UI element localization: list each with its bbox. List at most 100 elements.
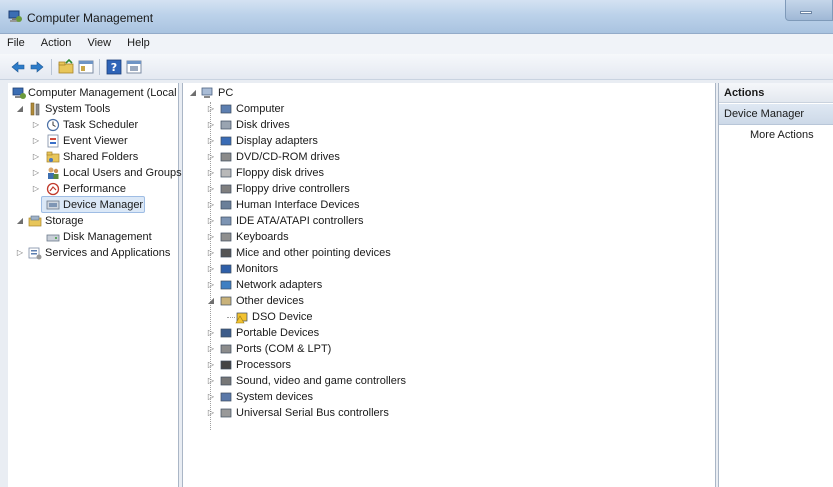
device-row-label: Universal Serial Bus controllers — [236, 407, 389, 419]
toolbar-separator — [51, 59, 52, 75]
expand-arrow-icon[interactable]: ▷ — [32, 165, 40, 181]
console-tree-pane: Computer Management (Local ◢ System Tool… — [8, 83, 182, 487]
actions-pane: Actions Device Manager More Actions — [718, 83, 833, 487]
tree-task-scheduler[interactable]: ▷ Task Scheduler — [10, 117, 178, 133]
device-row-keyboards[interactable]: ▷ Keyboards — [187, 229, 707, 245]
expand-arrow-icon[interactable]: ▷ — [207, 325, 215, 341]
expand-arrow-icon[interactable]: ▷ — [207, 181, 215, 197]
tree-disk-management-label: Disk Management — [63, 231, 152, 243]
device-row-label: Mice and other pointing devices — [236, 247, 391, 259]
tree-guide-line — [227, 317, 235, 318]
help-icon[interactable]: ? — [106, 59, 122, 75]
device-row-system-devices[interactable]: ▷ System devices — [187, 389, 707, 405]
show-hide-tree-icon[interactable] — [78, 59, 94, 75]
more-actions-link[interactable]: More Actions — [750, 129, 814, 141]
tree-local-users[interactable]: ▷ Local Users and Groups — [10, 165, 182, 181]
device-row-ports[interactable]: ▷ Ports (COM & LPT) — [187, 341, 707, 357]
disk-management-icon — [46, 234, 60, 242]
minimize-button[interactable] — [785, 0, 833, 21]
expand-arrow-icon[interactable]: ▷ — [207, 165, 215, 181]
expand-arrow-icon[interactable]: ▷ — [16, 245, 24, 261]
device-row-usb-controllers[interactable]: ▷ Universal Serial Bus controllers — [187, 405, 707, 421]
device-row-floppy-disk-drives[interactable]: ▷ Floppy disk drives — [187, 165, 707, 181]
tree-system-tools-label: System Tools — [45, 103, 111, 115]
clock-icon — [46, 118, 60, 132]
expand-arrow-icon[interactable]: ▷ — [207, 373, 215, 389]
expand-arrow-icon[interactable]: ▷ — [207, 277, 215, 293]
expand-arrow-icon[interactable]: ▷ — [207, 245, 215, 261]
ide-controller-icon — [220, 216, 232, 226]
expand-arrow-icon[interactable]: ▷ — [207, 405, 215, 421]
device-row-processors[interactable]: ▷ Processors — [187, 357, 707, 373]
tree-device-manager[interactable]: Device Manager — [10, 197, 178, 213]
device-row-display-adapters[interactable]: ▷ Display adapters — [187, 133, 707, 149]
device-row-portable-devices[interactable]: ▷ Portable Devices — [187, 325, 707, 341]
expand-arrow-icon[interactable]: ▷ — [207, 149, 215, 165]
tree-event-viewer[interactable]: ▷ Event Viewer — [10, 133, 178, 149]
device-row-network-adapters[interactable]: ▷ Network adapters — [187, 277, 707, 293]
tree-disk-management[interactable]: Disk Management — [10, 229, 178, 245]
device-row-ide-ata-atapi-controllers[interactable]: ▷ IDE ATA/ATAPI controllers — [187, 213, 707, 229]
collapse-arrow-icon[interactable]: ◢ — [189, 85, 197, 101]
collapse-arrow-icon[interactable]: ◢ — [207, 293, 215, 309]
expand-arrow-icon[interactable]: ▷ — [207, 117, 215, 133]
tree-system-tools[interactable]: ◢ System Tools — [10, 101, 178, 117]
tree-shared-folders[interactable]: ▷ Shared Folders — [10, 149, 178, 165]
expand-arrow-icon[interactable]: ▷ — [32, 117, 40, 133]
expand-arrow-icon[interactable]: ▷ — [207, 197, 215, 213]
device-row-label: DSO Device — [252, 311, 313, 323]
tree-services[interactable]: ▷ Services and Applications — [10, 245, 178, 261]
expand-arrow-icon[interactable]: ▷ — [207, 213, 215, 229]
tree-storage[interactable]: ◢ Storage — [10, 213, 178, 229]
back-arrow-icon[interactable] — [10, 59, 26, 75]
event-viewer-icon — [47, 134, 59, 148]
device-row-other-devices[interactable]: ◢ Other devices — [187, 293, 707, 309]
device-row-label: Network adapters — [236, 279, 323, 291]
users-icon — [48, 167, 59, 179]
actions-section-device-manager[interactable]: Device Manager — [719, 104, 833, 125]
expand-arrow-icon[interactable]: ▷ — [207, 261, 215, 277]
device-row-computer[interactable]: ▷ Computer — [187, 101, 707, 117]
expand-arrow-icon[interactable]: ▷ — [32, 181, 40, 197]
computer-icon — [201, 87, 213, 98]
expand-arrow-icon[interactable]: ▷ — [207, 101, 215, 117]
device-tree-root[interactable]: ◢ PC — [187, 85, 707, 101]
device-row-label: Processors — [236, 359, 292, 371]
device-row-monitors[interactable]: ▷ Monitors — [187, 261, 707, 277]
display-adapter-icon — [220, 136, 232, 146]
device-row-label: Floppy drive controllers — [236, 183, 350, 195]
up-folder-icon[interactable] — [58, 59, 74, 75]
device-tree-pane: ◢ PC ▷ Computer ▷ Disk drives ▷ Display adapt… — [182, 83, 716, 487]
device-row-dvd-cd-rom-drives[interactable]: ▷ DVD/CD-ROM drives — [187, 149, 707, 165]
forward-arrow-icon[interactable] — [29, 59, 45, 75]
menu-view[interactable]: View — [80, 34, 117, 49]
device-row-floppy-drive-controllers[interactable]: ▷ Floppy drive controllers — [187, 181, 707, 197]
device-row-mice[interactable]: ▷ Mice and other pointing devices — [187, 245, 707, 261]
device-row-dso-device[interactable]: DSO Device — [187, 309, 707, 325]
expand-arrow-icon[interactable]: ▷ — [207, 357, 215, 373]
hid-icon — [220, 200, 232, 210]
properties-icon[interactable] — [126, 59, 142, 75]
expand-arrow-icon[interactable]: ▷ — [32, 149, 40, 165]
tree-local-users-label: Local Users and Groups — [63, 167, 182, 179]
device-row-human-interface-devices[interactable]: ▷ Human Interface Devices — [187, 197, 707, 213]
expand-arrow-icon[interactable]: ▷ — [207, 133, 215, 149]
expand-arrow-icon[interactable]: ▷ — [207, 229, 215, 245]
minimize-icon — [800, 11, 812, 14]
expand-arrow-icon[interactable]: ▷ — [207, 341, 215, 357]
device-row-disk-drives[interactable]: ▷ Disk drives — [187, 117, 707, 133]
device-row-sound-video-game[interactable]: ▷ Sound, video and game controllers — [187, 373, 707, 389]
collapse-arrow-icon[interactable]: ◢ — [16, 101, 24, 117]
expand-arrow-icon[interactable]: ▷ — [32, 133, 40, 149]
menu-action[interactable]: Action — [34, 34, 78, 49]
tree-performance[interactable]: ▷ Performance — [10, 181, 178, 197]
expand-arrow-icon[interactable]: ▷ — [207, 389, 215, 405]
menu-help[interactable]: Help — [120, 34, 156, 49]
system-devices-icon — [220, 392, 232, 402]
dvd-drive-icon — [220, 152, 232, 162]
device-row-label: Keyboards — [236, 231, 289, 243]
collapse-arrow-icon[interactable]: ◢ — [16, 213, 24, 229]
device-manager-icon — [46, 200, 60, 210]
tree-root[interactable]: Computer Management (Local — [10, 85, 178, 101]
menu-file[interactable]: File — [0, 34, 31, 49]
